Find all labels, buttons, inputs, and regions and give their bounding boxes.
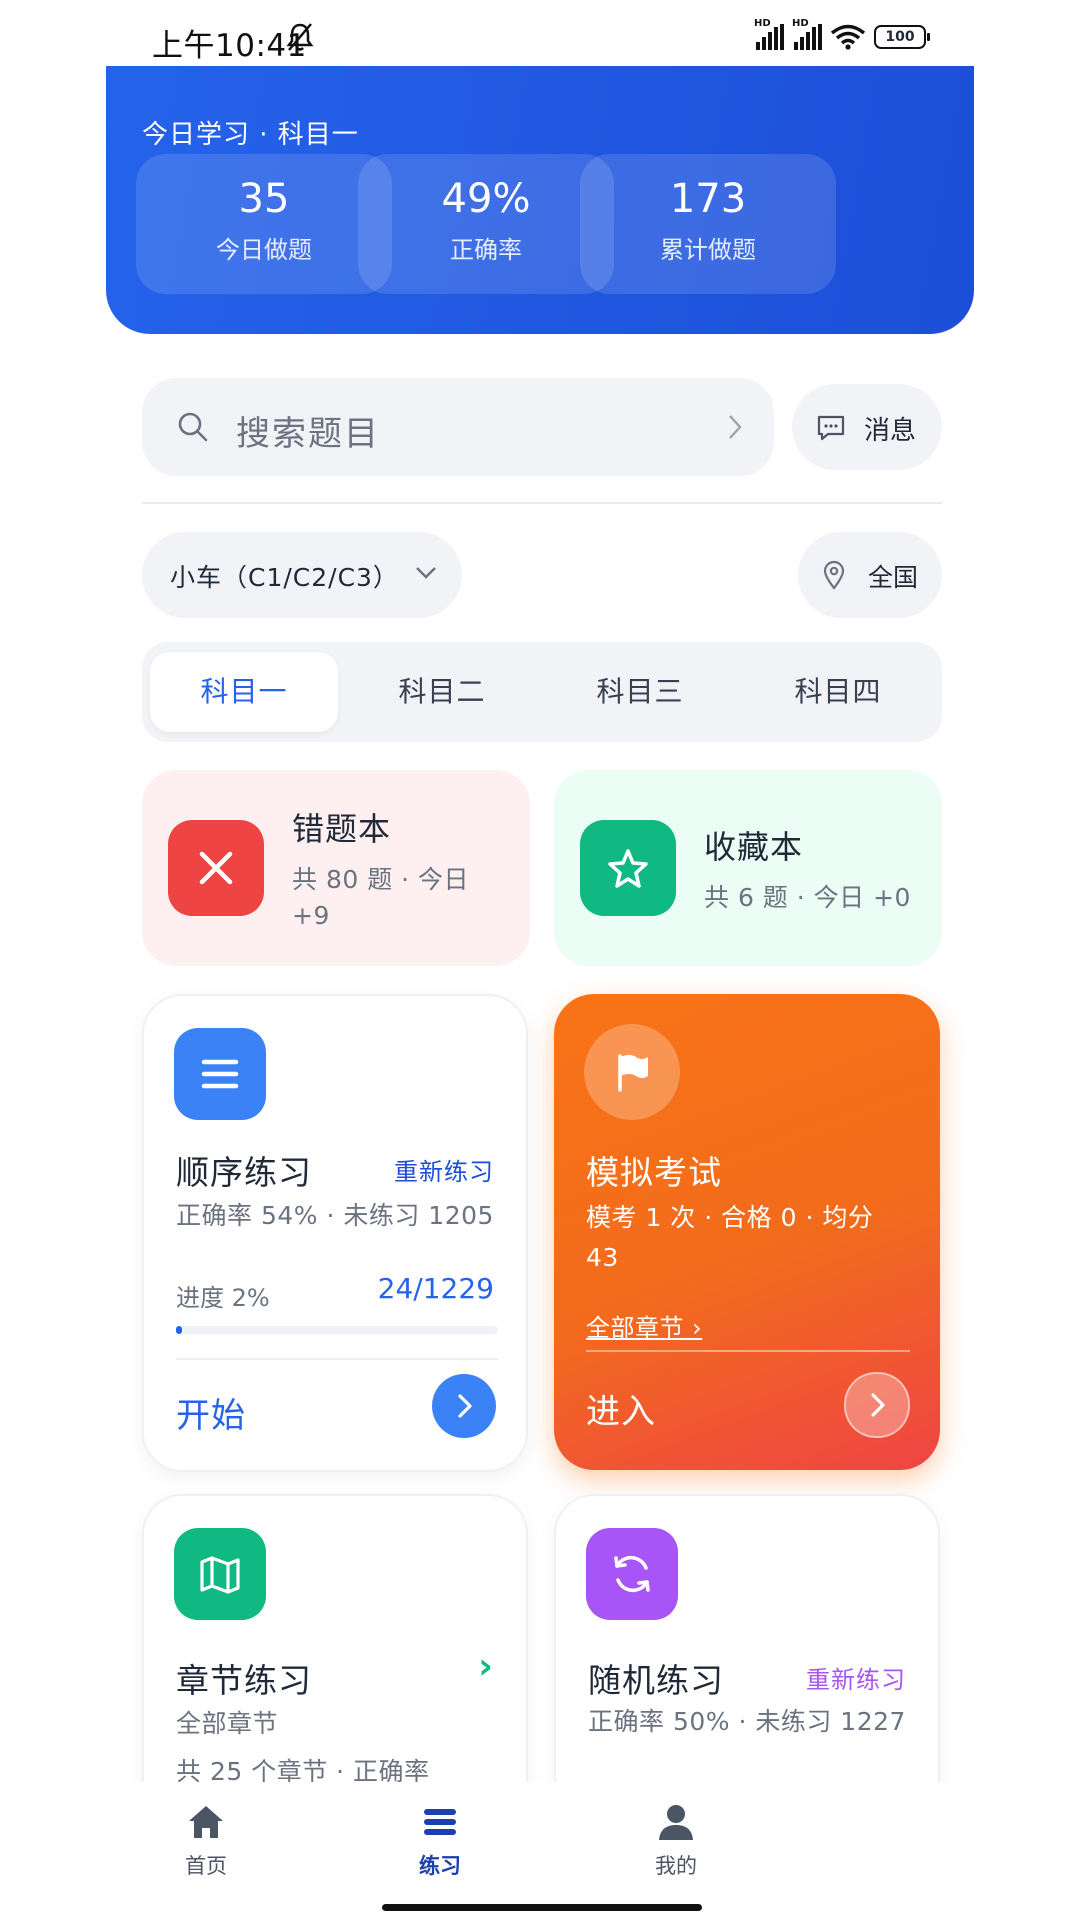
mistakes-title: 错题本	[292, 810, 392, 848]
chevron-right-icon	[871, 1393, 885, 1417]
chevron-right-icon	[458, 1394, 472, 1418]
search-icon	[178, 412, 208, 442]
mistakes-card[interactable]: 错题本 共 80 题 · 今日 +9	[142, 770, 530, 966]
mock-exam-title: 模拟考试	[586, 1153, 722, 1192]
tab-subject-2[interactable]: 科目二	[348, 652, 536, 732]
stat-accuracy[interactable]: 49% 正确率	[358, 154, 614, 294]
home-indicator	[382, 1904, 702, 1911]
profile-icon	[659, 1805, 693, 1840]
stat-label: 今日做题	[216, 236, 312, 264]
progress-value: 24/1229	[377, 1272, 494, 1305]
list-icon	[174, 1028, 266, 1120]
chapter-subtitle: 全部章节	[176, 1709, 279, 1738]
license-type-select[interactable]: 小车（C1/C2/C3）	[142, 532, 462, 618]
nav-home[interactable]: 首页	[106, 1802, 306, 1880]
progress-label: 进度 2%	[176, 1284, 270, 1312]
favorites-card[interactable]: 收藏本 共 6 题 · 今日 +0	[554, 770, 942, 966]
mock-exam-subtitle-2: 43	[586, 1243, 619, 1272]
chapter-arrow[interactable]: ›	[478, 1646, 494, 1687]
search-input[interactable]: 搜索题目	[142, 378, 774, 476]
nav-profile-label: 我的	[655, 1854, 697, 1878]
tab-subject-1[interactable]: 科目一	[150, 652, 338, 732]
divider	[176, 1358, 498, 1360]
nav-home-label: 首页	[185, 1854, 227, 1878]
app-screen: 上午10:41 HD HD 100 今日学习 · 科目一 35 今日做题 49%…	[106, 0, 974, 1920]
battery-icon: 100	[874, 25, 930, 49]
flag-icon	[584, 1024, 680, 1120]
messages-button[interactable]: 消息	[792, 384, 942, 470]
chevron-down-icon	[416, 567, 436, 579]
stat-value: 35	[238, 176, 290, 222]
wifi-icon	[830, 24, 866, 50]
sequential-title: 顺序练习	[176, 1153, 312, 1192]
study-header: 今日学习 · 科目一 35 今日做题 49% 正确率 173 累计做题	[106, 66, 974, 334]
nav-practice-label: 练习	[419, 1854, 461, 1878]
refresh-icon	[586, 1528, 678, 1620]
mistakes-subtitle-2: +9	[292, 901, 330, 930]
sequential-restart-link[interactable]: 重新练习	[394, 1152, 494, 1187]
random-restart-link[interactable]: 重新练习	[806, 1660, 906, 1695]
random-subtitle: 正确率 50% · 未练习 1227	[588, 1707, 906, 1736]
messages-label: 消息	[864, 416, 917, 446]
practice-icon	[424, 1809, 456, 1835]
status-icons: HD HD 100	[754, 18, 930, 50]
tab-subject-4[interactable]: 科目四	[744, 652, 932, 732]
right-margin	[974, 0, 1080, 1920]
mistakes-subtitle: 共 80 题 · 今日	[292, 865, 470, 894]
progress-bar	[176, 1326, 498, 1334]
tab-subject-3[interactable]: 科目三	[546, 652, 734, 732]
mock-exam-subtitle: 模考 1 次 · 合格 0 · 均分	[586, 1203, 874, 1232]
message-icon	[817, 415, 845, 441]
sequential-subtitle: 正确率 54% · 未练习 1205	[176, 1201, 494, 1230]
start-button[interactable]	[432, 1374, 496, 1438]
favorites-title: 收藏本	[704, 828, 804, 866]
stat-total-questions[interactable]: 173 累计做题	[580, 154, 836, 294]
signal-icon-2: HD	[792, 18, 822, 50]
enter-button[interactable]	[844, 1372, 910, 1438]
sequential-practice-card[interactable]: 顺序练习 重新练习 正确率 54% · 未练习 1205 进度 2% 24/12…	[142, 994, 528, 1472]
enter-label[interactable]: 进入	[586, 1384, 656, 1433]
start-label[interactable]: 开始	[176, 1388, 246, 1437]
stat-label: 累计做题	[660, 236, 756, 264]
stat-today-questions[interactable]: 35 今日做题	[136, 154, 392, 294]
license-type-value: 小车（C1/C2/C3）	[170, 563, 399, 592]
home-icon	[189, 1806, 223, 1838]
map-icon	[174, 1528, 266, 1620]
favorites-subtitle: 共 6 题 · 今日 +0	[704, 883, 911, 912]
signal-icon: HD	[754, 18, 784, 50]
bell-muted-icon	[286, 23, 314, 51]
location-pin-icon	[823, 560, 845, 590]
bottom-navigation: 首页 练习 我的	[106, 1782, 974, 1920]
header-title: 今日学习 · 科目一	[142, 120, 359, 150]
region-select[interactable]: 全国	[798, 532, 942, 618]
stat-value: 173	[669, 176, 747, 222]
left-margin	[0, 0, 106, 1920]
nav-practice[interactable]: 练习	[340, 1802, 540, 1880]
chapter-title: 章节练习	[176, 1661, 312, 1700]
status-time: 上午10:41	[152, 28, 307, 64]
stat-value: 49%	[441, 176, 531, 222]
chevron-right-icon	[729, 415, 742, 439]
all-chapters-link[interactable]: 全部章节 ›	[586, 1308, 702, 1348]
nav-profile[interactable]: 我的	[576, 1802, 776, 1880]
subject-tabs: 科目一 科目二 科目三 科目四	[142, 642, 942, 742]
progress-fill	[176, 1326, 183, 1334]
random-title: 随机练习	[588, 1661, 724, 1700]
divider	[586, 1350, 910, 1352]
divider	[142, 502, 942, 504]
search-placeholder: 搜索题目	[236, 414, 380, 454]
mock-exam-card[interactable]: 模拟考试 模考 1 次 · 合格 0 · 均分 43 全部章节 › 进入	[554, 994, 940, 1470]
x-icon	[168, 820, 264, 916]
star-icon	[580, 820, 676, 916]
region-value: 全国	[868, 563, 919, 592]
stat-label: 正确率	[450, 236, 522, 264]
status-bar: 上午10:41 HD HD 100	[106, 0, 974, 66]
